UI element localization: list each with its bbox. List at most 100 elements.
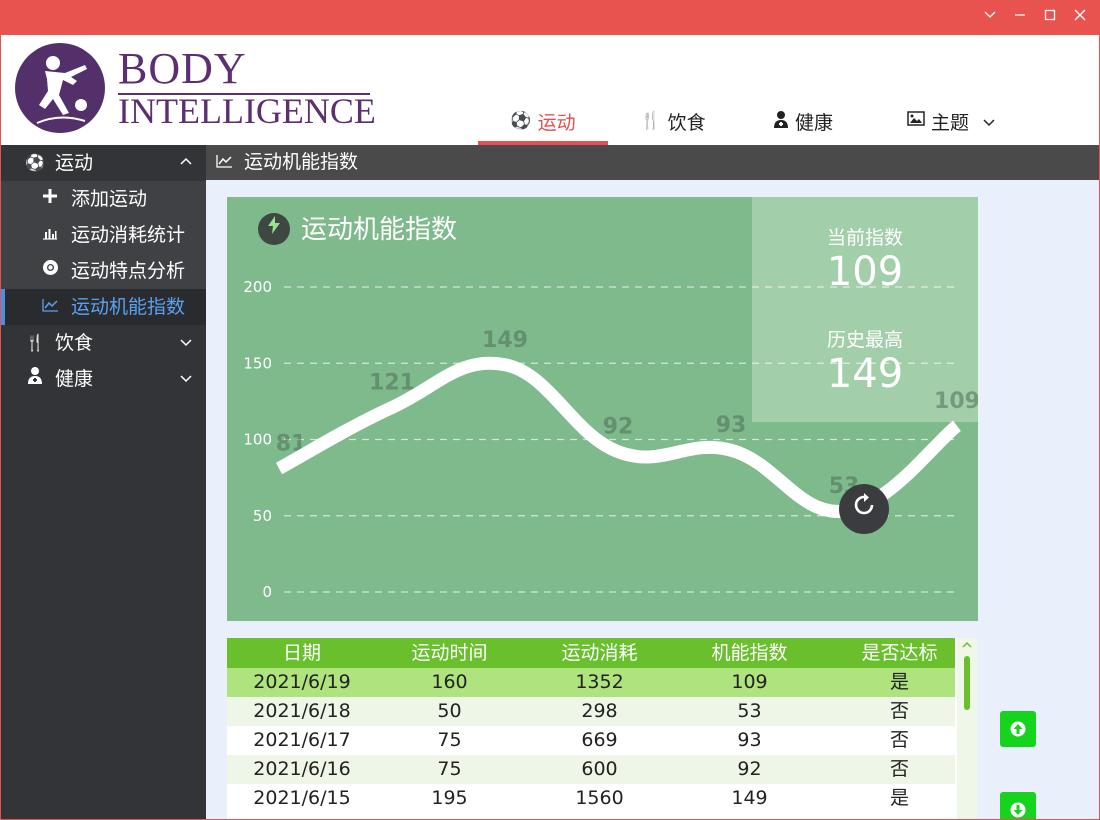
table-scrollbar[interactable] (957, 638, 977, 819)
table-cell: 2021/6/17 (253, 729, 351, 751)
refresh-button[interactable] (839, 484, 889, 534)
logo-emblem (15, 43, 105, 133)
table-header: 日期 运动时间 运动消耗 机能指数 是否达标 (227, 638, 955, 668)
sidebar-group-exercise[interactable]: ⚽ 运动 (1, 145, 206, 181)
tab-label: 运动 (537, 111, 576, 134)
table-cell: 92 (737, 758, 762, 780)
table-row[interactable]: 2021/6/15 195 1560 149 是 (227, 784, 955, 813)
soccer-player-icon (36, 56, 87, 124)
breadcrumb-label: 运动机能指数 (244, 151, 359, 173)
line-chart-icon (216, 145, 233, 180)
tab-theme[interactable]: 主题 (881, 97, 1021, 145)
sidebar-group-health[interactable]: 健康 (1, 361, 206, 397)
sidebar-item-label: 运动特点分析 (71, 260, 186, 282)
sidebar-item-feature-analysis[interactable]: 运动特点分析 (1, 253, 206, 289)
y-tick-label: 200 (243, 278, 272, 296)
chevron-up-icon (180, 145, 192, 181)
card-title: 运动机能指数 (301, 215, 458, 245)
y-tick-label: 50 (253, 507, 272, 525)
arrow-down-icon (1010, 802, 1026, 818)
y-tick-label: 100 (243, 431, 272, 449)
sidebar-group-label: 运动 (55, 152, 94, 174)
sidebar-group-label: 饮食 (55, 332, 94, 354)
y-tick-label: 150 (243, 354, 272, 372)
scroll-up-button[interactable] (1000, 711, 1036, 747)
tab-health[interactable]: 健康 (738, 97, 868, 145)
table-cell: 是 (889, 787, 909, 809)
chevron-down-icon (180, 361, 192, 397)
sidebar-item-function-index[interactable]: 运动机能指数 (1, 289, 206, 325)
table-row[interactable]: 2021/6/19 160 1352 109 是 (227, 668, 955, 697)
table-cell: 75 (437, 758, 462, 780)
table-cell: 149 (731, 787, 768, 809)
y-tick-label: 0 (262, 583, 272, 601)
table-row[interactable]: 2021/6/16 75 600 92 否 (227, 755, 955, 784)
table-cell: 75 (437, 729, 462, 751)
table-cell: 是 (889, 671, 909, 693)
plus-icon (39, 181, 61, 217)
table-cell: 600 (581, 758, 618, 780)
table-cell: 50 (437, 700, 462, 722)
table-cell: 1352 (575, 671, 624, 693)
table-cell: 否 (889, 729, 909, 751)
function-index-card: 当前指数 109 历史最高 149 0 50 100 150 200 81 121 149 92… (227, 197, 978, 621)
app-header: BODY INTELLIGENCE ⚽ 运动 🍴 饮食 健康 主题 (1, 35, 1099, 145)
table-cell: 53 (737, 700, 762, 722)
table-row[interactable]: 2021/6/18 50 298 53 否 (227, 697, 955, 726)
image-icon (907, 111, 925, 131)
sidebar-item-calorie-stats[interactable]: 运动消耗统计 (1, 217, 206, 253)
sidebar-group-diet[interactable]: 🍴 饮食 (1, 325, 206, 361)
fork-knife-icon: 🍴 (25, 333, 45, 352)
column-header[interactable]: 日期 (252, 638, 352, 668)
table-cell: 669 (581, 729, 618, 751)
soccer-ball-icon: ⚽ (510, 111, 532, 131)
table-cell: 2021/6/18 (253, 700, 351, 722)
table-cell: 298 (581, 700, 618, 722)
scrollbar-thumb[interactable] (964, 656, 970, 710)
column-header[interactable]: 机能指数 (692, 638, 807, 668)
chevron-down-icon (983, 110, 995, 132)
sidebar: ⚽ 运动 添加运动 运动消耗统计 运动特点分析 运动机能指数 🍴 饮食 健康 (1, 145, 206, 819)
doctor-icon (773, 110, 789, 133)
line-chart-icon (39, 289, 61, 325)
maximize-icon[interactable] (1041, 8, 1059, 26)
close-icon[interactable] (1071, 8, 1089, 26)
logo-line2: INTELLIGENCE (118, 91, 376, 131)
table-cell: 否 (889, 700, 909, 722)
table-cell: 2021/6/19 (253, 671, 351, 693)
data-label: 109 (934, 389, 978, 414)
tab-label: 饮食 (667, 111, 706, 134)
tab-diet[interactable]: 🍴 饮食 (608, 97, 738, 145)
soccer-ball-icon: ⚽ (25, 153, 45, 172)
function-index-chart: 0501001502008112114992 9353109 (243, 278, 978, 601)
refresh-icon (854, 493, 874, 515)
table-cell: 2021/6/16 (253, 758, 351, 780)
tab-exercise[interactable]: ⚽ 运动 (478, 97, 608, 145)
app-window: BODY INTELLIGENCE ⚽ 运动 🍴 饮食 健康 主题 ⚽ 运动 添… (1, 35, 1099, 819)
data-label: 93 (716, 413, 747, 438)
sidebar-item-label: 添加运动 (71, 188, 148, 210)
sidebar-item-label: 运动机能指数 (71, 296, 186, 318)
table-cell: 否 (889, 758, 909, 780)
arrow-up-icon (1010, 721, 1026, 737)
column-header[interactable]: 运动消耗 (542, 638, 657, 668)
minimize-icon[interactable] (1011, 8, 1029, 26)
fork-knife-icon: 🍴 (640, 111, 662, 131)
lightning-icon (258, 213, 290, 245)
sidebar-group-label: 健康 (55, 368, 94, 390)
table-cell: 160 (431, 671, 468, 693)
records-table: 日期 运动时间 运动消耗 机能指数 是否达标 2021/6/19 160 1352 1… (227, 638, 977, 819)
column-header[interactable]: 是否达标 (842, 638, 957, 668)
sidebar-item-add-exercise[interactable]: 添加运动 (1, 181, 206, 217)
title-bar (0, 0, 1100, 35)
chrome-icon (39, 253, 61, 289)
main-content: 运动机能指数 当前指数 109 历史最高 149 0 50 100 150 200 81 1… (206, 145, 1099, 819)
column-header[interactable]: 运动时间 (392, 638, 507, 668)
tab-label: 健康 (794, 111, 833, 134)
table-row[interactable]: 2021/6/17 75 669 93 否 (227, 726, 955, 755)
table-cell: 1560 (575, 787, 624, 809)
scroll-down-button[interactable] (1000, 792, 1036, 819)
bar-chart-icon (39, 217, 61, 253)
chevron-down-icon[interactable] (981, 8, 999, 26)
chevron-up-icon[interactable] (961, 638, 973, 652)
